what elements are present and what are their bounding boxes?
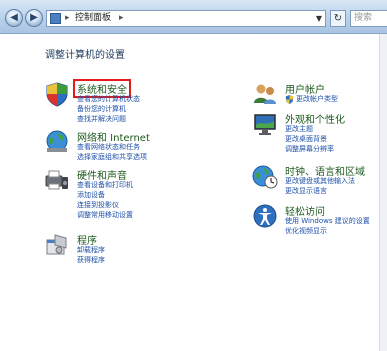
scrollbar[interactable]	[379, 34, 387, 351]
breadcrumb-separator-icon[interactable]: ▸	[119, 11, 124, 26]
breadcrumb-control-panel[interactable]: 控制面板	[75, 11, 111, 26]
link-adjust-resolution[interactable]: 调整屏幕分辨率	[285, 144, 334, 154]
forward-arrow-icon[interactable]: ▶	[25, 9, 43, 27]
search-input[interactable]: 搜索	[350, 10, 387, 27]
link-view-network-status[interactable]: 查看网络状态和任务	[77, 142, 140, 152]
uac-shield-icon	[285, 95, 294, 104]
link-optimize-visual-display[interactable]: 优化视频显示	[285, 226, 327, 236]
shield-icon	[46, 82, 68, 107]
link-homegroup-sharing[interactable]: 选择家庭组和共享选项	[77, 152, 147, 162]
link-change-desktop-background[interactable]: 更改桌面背景	[285, 134, 327, 144]
network-globe-icon	[46, 130, 68, 152]
link-change-account-type[interactable]: 更改帐户类型	[296, 94, 338, 104]
address-bar[interactable]: ▸ 控制面板 ▸ ▼	[46, 10, 326, 27]
link-view-computer-status[interactable]: 查看您的计算机状态	[77, 94, 140, 104]
link-add-device[interactable]: 添加设备	[77, 190, 105, 200]
title-bar: ◀ ▶ ▸ 控制面板 ▸ ▼ ↻ 搜索	[0, 0, 387, 34]
breadcrumb-separator-icon[interactable]: ▸	[65, 11, 70, 26]
users-icon	[254, 84, 276, 104]
programs-icon	[46, 234, 67, 255]
link-connect-projector[interactable]: 连接到投影仪	[77, 200, 119, 210]
link-uninstall-program[interactable]: 卸载程序	[77, 245, 105, 255]
printer-speaker-icon	[45, 170, 68, 190]
back-arrow-icon[interactable]: ◀	[5, 9, 23, 27]
link-troubleshoot[interactable]: 查找并解决问题	[77, 114, 126, 124]
link-mobility-settings[interactable]: 调整常用移动设置	[77, 210, 133, 220]
refresh-icon[interactable]: ↻	[330, 10, 346, 27]
link-change-display-language[interactable]: 更改显示语言	[285, 186, 327, 196]
control-panel-icon	[50, 13, 61, 24]
link-windows-recommended-settings[interactable]: 使用 Windows 建议的设置	[285, 216, 370, 226]
page-title: 调整计算机的设置	[45, 50, 125, 61]
address-dropdown-icon[interactable]: ▼	[316, 11, 322, 26]
ease-of-access-icon	[253, 204, 277, 228]
display-icon	[254, 114, 276, 135]
link-devices-printers[interactable]: 查看设备和打印机	[77, 180, 133, 190]
clock-globe-icon	[252, 165, 278, 189]
link-backup-computer[interactable]: 备份您的计算机	[77, 104, 126, 114]
link-change-theme[interactable]: 更改主题	[285, 124, 313, 134]
link-change-keyboard-input[interactable]: 更改键盘或其他输入法	[285, 176, 355, 186]
link-get-programs[interactable]: 获得程序	[77, 255, 105, 265]
